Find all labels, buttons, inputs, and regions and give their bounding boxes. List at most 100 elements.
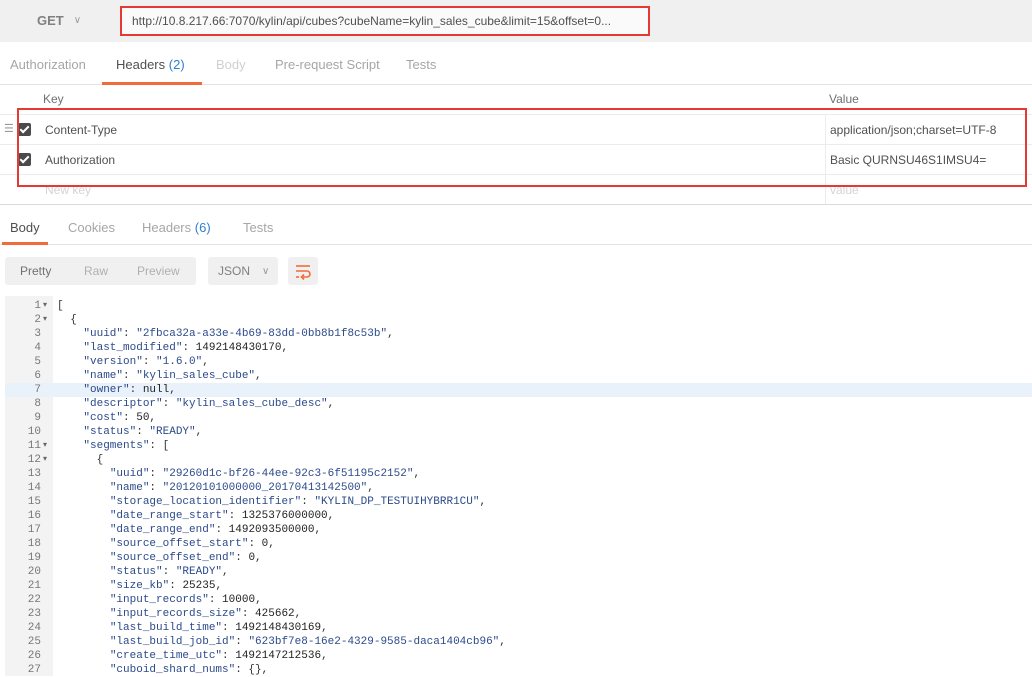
tab-label: Headers	[116, 57, 166, 72]
code-text: "owner": null,	[83, 384, 176, 396]
fold-toggle-icon[interactable]: ▾	[43, 299, 47, 313]
method-select[interactable]: GET ∨	[10, 6, 108, 34]
code-text: "segments": [	[83, 440, 170, 452]
code-text: "status": "READY",	[83, 426, 203, 438]
chevron-down-icon: ∨	[262, 265, 270, 277]
fold-toggle-icon[interactable]: ▾	[43, 439, 47, 453]
code-line: 25 "last_build_job_id": "623bf7e8-16e2-4…	[5, 635, 1032, 649]
tab-body[interactable]: Body	[216, 46, 246, 84]
line-number: 4	[34, 342, 41, 354]
code-line: 3 "uuid": "2fbca32a-a33e-4b69-83dd-0bb8b…	[5, 327, 1032, 341]
request-url-input[interactable]: http://10.8.217.66:7070/kylin/api/cubes?…	[120, 6, 650, 36]
code-text: "last_build_job_id": "623bf7e8-16e2-4329…	[109, 636, 506, 648]
response-body-editor[interactable]: 1 ▾[2 ▾ {3 "uuid": "2fbca32a-a33e-4b69-83d…	[5, 296, 1032, 676]
code-line: 12 ▾ {	[5, 453, 1032, 467]
tab-response-body[interactable]: Body	[10, 212, 40, 244]
line-number: 6	[34, 370, 41, 382]
line-number: 18	[27, 538, 41, 550]
line-number: 22	[27, 594, 41, 606]
line-number: 2	[34, 314, 41, 326]
code-line: 19 "source_offset_end": 0,	[5, 551, 1032, 565]
tab-cookies[interactable]: Cookies	[68, 212, 115, 244]
code-text: "last_build_time": 1492148430169,	[109, 622, 328, 634]
wrap-lines-icon	[296, 265, 311, 281]
code-text: "cost": 50,	[83, 412, 157, 424]
code-text: "name": "20120101000000_20170413142500",	[109, 482, 374, 494]
raw-button[interactable]: Raw	[84, 257, 108, 285]
code-line: 2 ▾ {	[5, 313, 1032, 327]
code-text: "size_kb": 25235,	[109, 580, 223, 592]
line-number: 10	[27, 426, 41, 438]
format-label: JSON	[218, 264, 251, 278]
response-tabs: Body Cookies Headers (6) Tests	[0, 212, 1032, 245]
code-line: 5 "version": "1.6.0",	[5, 355, 1032, 369]
code-line: 21 "size_kb": 25235,	[5, 579, 1032, 593]
wrap-lines-button[interactable]	[288, 257, 318, 285]
tab-count-badge: (6)	[194, 220, 211, 235]
code-line: 17 "date_range_end": 1492093500000,	[5, 523, 1032, 537]
code-text: "source_offset_end": 0,	[109, 552, 262, 564]
line-number: 25	[27, 636, 41, 648]
section-divider	[0, 204, 1032, 205]
code-line: 11 ▾ "segments": [	[5, 439, 1032, 453]
code-text: "uuid": "2fbca32a-a33e-4b69-83dd-0bb8b1f…	[83, 328, 394, 340]
tab-label: Body	[10, 220, 40, 235]
preview-button[interactable]: Preview	[137, 257, 180, 285]
request-tabs: Authorization Headers (2) Body Pre-reque…	[0, 46, 1032, 85]
line-number: 27	[27, 664, 41, 676]
code-line: 27 "cuboid_shard_nums": {},	[5, 663, 1032, 677]
active-tab-indicator	[102, 82, 202, 85]
tab-label: Tests	[406, 57, 437, 72]
code-text: "date_range_start": 1325376000000,	[109, 510, 335, 522]
code-text: "descriptor": "kylin_sales_cube_desc",	[83, 398, 335, 410]
value-column-header: Value	[829, 92, 859, 106]
tab-tests[interactable]: Tests	[406, 46, 436, 84]
line-number: 16	[27, 510, 41, 522]
code-text: "name": "kylin_sales_cube",	[83, 370, 262, 382]
code-line: 4 "last_modified": 1492148430170,	[5, 341, 1032, 355]
fold-toggle-icon[interactable]: ▾	[43, 313, 47, 327]
line-number: 11	[27, 440, 41, 452]
code-line: 15 "storage_location_identifier": "KYLIN…	[5, 495, 1032, 509]
code-line: 22 "input_records": 10000,	[5, 593, 1032, 607]
active-tab-indicator	[2, 242, 48, 245]
code-line: 13 "uuid": "29260d1c-bf26-44ee-92c3-6f51…	[5, 467, 1032, 481]
line-number: 3	[34, 328, 41, 340]
code-line: 7 "owner": null,	[5, 383, 1032, 397]
tab-response-headers[interactable]: Headers (6)	[142, 212, 211, 244]
line-number: 1	[34, 300, 41, 312]
view-mode-group: Pretty Raw Preview	[5, 257, 196, 285]
key-column-header: Key	[43, 92, 64, 106]
tab-label: Tests	[243, 220, 274, 235]
code-text: "last_modified": 1492148430170,	[83, 342, 289, 354]
code-text: "source_offset_start": 0,	[109, 538, 275, 550]
line-number: 20	[27, 566, 41, 578]
headers-highlight-box	[17, 108, 1027, 187]
tab-pre-request-script[interactable]: Pre-request Script	[275, 46, 380, 84]
line-number: 5	[34, 356, 41, 368]
code-line: 1 ▾ [	[5, 299, 1032, 313]
line-number: 7	[34, 384, 41, 396]
code-text: {	[57, 454, 104, 466]
line-number: 12	[27, 454, 41, 466]
format-select[interactable]: JSON ∨	[208, 257, 278, 285]
code-text: "storage_location_identifier": "KYLIN_DP…	[109, 496, 487, 508]
drag-handle-icon[interactable]: ☰	[4, 122, 14, 135]
tab-response-tests[interactable]: Tests	[243, 212, 273, 244]
tab-headers[interactable]: Headers (2)	[116, 46, 185, 84]
line-number: 21	[27, 580, 41, 592]
code-line: 6 "name": "kylin_sales_cube",	[5, 369, 1032, 383]
code-text: "input_records": 10000,	[109, 594, 262, 606]
tab-label: Authorization	[10, 57, 86, 72]
pretty-button[interactable]: Pretty	[20, 257, 51, 285]
line-number: 23	[27, 608, 41, 620]
code-text: [	[57, 300, 64, 312]
code-line: 23 "input_records_size": 425662,	[5, 607, 1032, 621]
tab-label: Pre-request Script	[275, 57, 380, 72]
code-text: "uuid": "29260d1c-bf26-44ee-92c3-6f51195…	[109, 468, 421, 480]
tab-authorization[interactable]: Authorization	[10, 46, 86, 84]
fold-toggle-icon[interactable]: ▾	[43, 453, 47, 467]
code-line: 9 "cost": 50,	[5, 411, 1032, 425]
code-line: 26 "create_time_utc": 1492147212536,	[5, 649, 1032, 663]
chevron-down-icon: ∨	[73, 14, 82, 26]
